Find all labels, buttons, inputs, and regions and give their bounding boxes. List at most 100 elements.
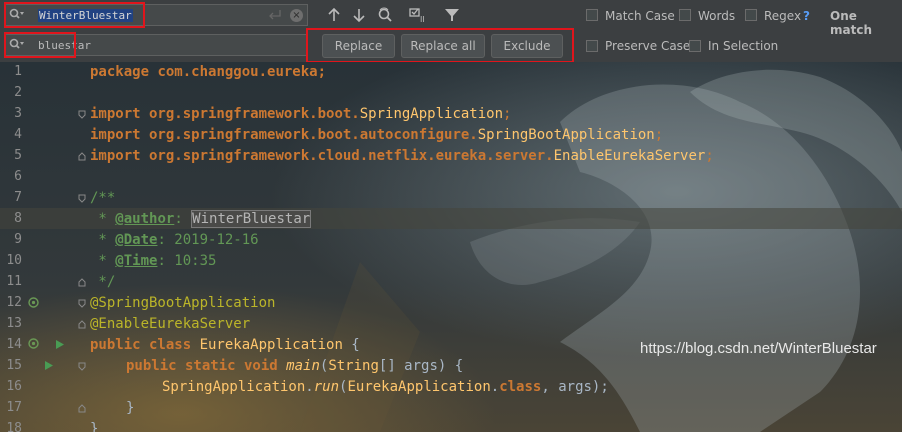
code-token: SpringBootApplication [477, 127, 655, 143]
replace-input[interactable]: bluestar [4, 34, 308, 56]
previous-occurrence-icon[interactable] [325, 6, 343, 24]
code-line: import org.springframework.boot.SpringAp… [90, 104, 511, 125]
code-line: * @author: WinterBluestar [90, 209, 312, 230]
code-token: @Time [115, 253, 158, 269]
code-token: , args); [541, 379, 609, 395]
code-line: } [90, 419, 98, 432]
fold-icon[interactable] [78, 110, 86, 119]
code-token: : 10:35 [157, 253, 217, 269]
new-line-icon[interactable] [267, 8, 283, 22]
find-all-icon[interactable] [376, 6, 394, 24]
in-selection-label: In Selection [708, 39, 779, 53]
line-number: 17 [6, 400, 22, 415]
line-number: 12 [6, 295, 22, 310]
code-editor[interactable]: 1 2 3 4 5 6 7 8 9 10 11 12 13 14 15 16 1… [0, 62, 902, 432]
code-line: import org.springframework.boot.autoconf… [90, 125, 663, 146]
code-token: : [174, 211, 192, 227]
line-number: 11 [6, 274, 22, 289]
watermark-text: https://blog.csdn.net/WinterBluestar [640, 340, 877, 357]
code-line: package com.changgou.eureka; [90, 62, 326, 83]
line-number: 7 [14, 190, 22, 205]
select-all-occurrences-icon[interactable]: II [408, 6, 430, 24]
regex-checkbox[interactable] [745, 9, 757, 21]
match-case-checkbox[interactable] [586, 9, 598, 21]
preserve-case-checkbox[interactable] [586, 40, 598, 52]
code-token: run [313, 379, 340, 395]
code-token: } [126, 400, 135, 416]
code-token: /** [90, 190, 116, 206]
fold-icon[interactable] [78, 299, 86, 308]
replace-history-icon[interactable] [9, 38, 25, 52]
line-number: 10 [6, 253, 22, 268]
replace-value: bluestar [38, 39, 91, 52]
in-selection-checkbox[interactable] [689, 40, 701, 52]
code-token: import [90, 127, 141, 143]
line-number: 1 [14, 64, 22, 79]
code-token: public class [90, 337, 200, 353]
spring-bean-icon[interactable] [28, 297, 39, 308]
code-token: ; [654, 127, 664, 143]
code-token: String [328, 358, 379, 374]
fold-icon[interactable] [78, 278, 86, 287]
regex-help-link[interactable]: ? [803, 9, 810, 23]
code-token: */ [90, 274, 116, 290]
filter-icon[interactable] [443, 6, 461, 24]
code-token: * [90, 253, 116, 269]
code-token: com.changgou.eureka; [149, 64, 327, 80]
find-value: WinterBluestar [38, 9, 133, 22]
run-class-icon[interactable] [54, 339, 65, 350]
code-line: * @Date: 2019-12-16 [90, 230, 259, 251]
code-token: @SpringBootApplication [90, 295, 276, 311]
fold-icon[interactable] [78, 194, 86, 203]
exclude-button[interactable]: Exclude [491, 34, 563, 58]
code-token: EurekaApplication [347, 379, 491, 395]
run-main-icon[interactable] [43, 360, 54, 371]
line-number: 3 [14, 106, 22, 121]
code-token: . [490, 379, 500, 395]
regex-label: Regex [764, 9, 802, 23]
match-status: One match [830, 9, 872, 37]
code-token: import [90, 148, 141, 164]
words-checkbox[interactable] [679, 9, 691, 21]
preserve-case-label: Preserve Case [605, 39, 691, 53]
code-token: { [342, 337, 360, 353]
code-line: import org.springframework.cloud.netflix… [90, 146, 714, 167]
code-token: ; [705, 148, 714, 164]
fold-icon[interactable] [78, 362, 86, 371]
search-match-highlight: WinterBluestar [191, 210, 312, 228]
code-token: package [90, 64, 150, 80]
words-label: Words [698, 9, 736, 23]
line-number: 8 [14, 211, 22, 226]
code-line: @SpringBootApplication [90, 293, 275, 314]
code-token: org.springframework.boot. [140, 106, 360, 122]
line-number: 15 [6, 358, 22, 373]
fold-icon[interactable] [78, 404, 86, 413]
clear-find-icon[interactable]: × [290, 9, 303, 22]
code-token: import [90, 106, 141, 122]
line-number: 13 [6, 316, 22, 331]
spring-bean-icon[interactable] [28, 338, 39, 349]
line-number: 18 [6, 421, 22, 432]
code-token: : 2019-12-16 [157, 232, 259, 248]
line-number: 9 [14, 232, 22, 247]
code-line: /** [90, 188, 115, 209]
find-input[interactable]: WinterBluestar × [4, 4, 308, 26]
next-occurrence-icon[interactable] [350, 6, 368, 24]
fold-icon[interactable] [78, 152, 86, 161]
code-line: public class EurekaApplication { [90, 335, 360, 356]
svg-text:II: II [420, 15, 425, 24]
code-line: } [126, 398, 134, 419]
code-token: public static void [126, 358, 287, 374]
find-replace-bar: WinterBluestar × bluestar II Replace Rep… [0, 0, 902, 63]
fold-icon[interactable] [78, 320, 86, 329]
code-token: class [499, 379, 542, 395]
code-line: public static void main(String[] args) { [126, 356, 463, 377]
replace-button[interactable]: Replace [322, 34, 395, 58]
search-history-icon[interactable] [9, 8, 25, 22]
line-number: 14 [6, 337, 22, 352]
replace-all-button[interactable]: Replace all [401, 34, 485, 58]
code-token: EnableEurekaServer [553, 148, 706, 164]
line-number: 6 [14, 169, 22, 184]
code-token: . [305, 379, 314, 395]
code-token: SpringApplication [162, 379, 306, 395]
